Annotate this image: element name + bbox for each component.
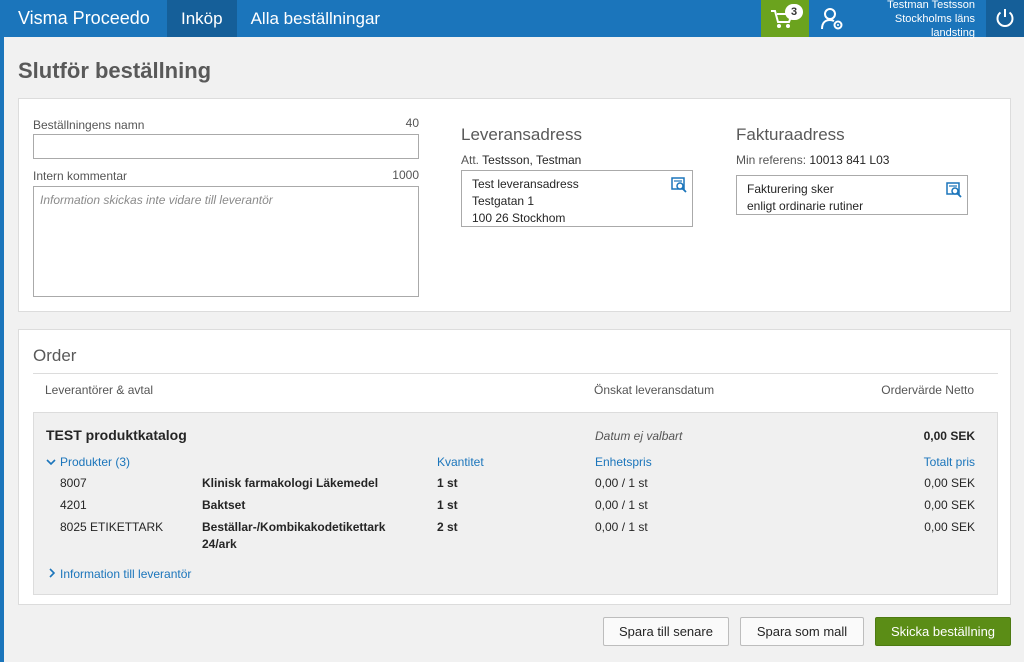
order-title: Order	[33, 346, 77, 365]
delivery-address-box[interactable]: Test leveransadress Testgatan 1 100 26 S…	[461, 170, 693, 227]
invoice-ref-value: 10013 841 L03	[809, 153, 890, 167]
delivery-line-2: Testgatan 1	[472, 194, 535, 208]
chevron-down-icon	[46, 455, 56, 469]
order-panel: Order Leverantörer & avtal Önskat levera…	[18, 329, 1011, 605]
head-unit-price: Enhetspris	[595, 455, 652, 469]
invoice-line-1: Fakturering sker	[747, 182, 834, 196]
power-icon	[996, 9, 1014, 27]
invoice-address-box[interactable]: Fakturering sker enligt ordinarie rutine…	[736, 175, 968, 215]
supplier-delivery-date: Datum ej valbart	[595, 429, 683, 443]
user-info: Testman Testsson Stockholms läns landsti…	[851, 0, 975, 40]
supplier-info-toggle[interactable]: Information till leverantör	[48, 567, 191, 581]
page-title: Slutför beställning	[18, 58, 212, 83]
order-details-panel: Beställningens namn 40 Intern kommentar …	[18, 98, 1011, 312]
comment-label: Intern kommentar	[33, 169, 128, 183]
product-qty: 2 st	[437, 520, 458, 534]
supplier-name: TEST produktkatalog	[46, 427, 187, 443]
products-toggle[interactable]: Produkter (3)	[46, 455, 130, 469]
delivery-line-1: Test leveransadress	[472, 177, 579, 191]
delivery-line-3: 100 26 Stockhom	[472, 211, 566, 225]
comment-textarea[interactable]: Information skickas inte vidare till lev…	[33, 186, 419, 297]
top-bar-spacer	[394, 0, 761, 37]
product-id: 8025 ETIKETTARK	[60, 520, 164, 534]
supplier-group: TEST produktkatalog Datum ej valbart 0,0…	[33, 412, 998, 595]
user-org: Stockholms läns landsting	[894, 12, 975, 39]
product-name: Baktset	[202, 498, 246, 512]
products-toggle-label: Produkter (3)	[60, 455, 131, 469]
delivery-att: Att. Testsson, Testman	[461, 153, 581, 167]
order-name-label: Beställningens namn	[33, 118, 145, 132]
save-for-later-button[interactable]: Spara till senare	[603, 617, 729, 646]
order-name-input[interactable]	[33, 134, 419, 159]
supplier-info-label: Information till leverantör	[60, 567, 192, 581]
invoice-ref-label: Min referens:	[736, 153, 807, 167]
delivery-address-title: Leveransadress	[461, 125, 582, 144]
order-divider	[33, 373, 998, 374]
col-head-delivery-date: Önskat leveransdatum	[594, 383, 715, 397]
invoice-lookup-icon[interactable]	[946, 182, 962, 198]
supplier-order-value: 0,00 SEK	[923, 429, 975, 443]
comment-placeholder: Information skickas inte vidare till lev…	[40, 193, 273, 207]
product-unit-price: 0,00 / 1 st	[595, 476, 648, 490]
product-unit-price: 0,00 / 1 st	[595, 498, 648, 512]
product-id: 4201	[60, 498, 87, 512]
product-total: 0,00 SEK	[924, 498, 975, 512]
head-quantity: Kvantitet	[437, 455, 484, 469]
brand-logo[interactable]: Visma Proceedo	[0, 0, 167, 37]
save-as-template-button[interactable]: Spara som mall	[740, 617, 864, 646]
user-name: Testman Testsson	[887, 0, 975, 11]
nav-alla-bestallningar[interactable]: Alla beställningar	[237, 0, 394, 37]
comment-max: 1000	[392, 168, 419, 182]
invoice-ref: Min referens: 10013 841 L03	[736, 153, 889, 167]
user-menu[interactable]: Testman Testsson Stockholms läns landsti…	[809, 0, 979, 40]
address-lookup-icon[interactable]	[671, 177, 687, 193]
cart-button[interactable]: 3	[761, 0, 809, 37]
chevron-right-icon	[48, 567, 56, 581]
product-qty: 1 st	[437, 498, 458, 512]
col-head-suppliers: Leverantörer & avtal	[45, 383, 154, 397]
order-name-max: 40	[405, 116, 419, 130]
cart-count-badge: 3	[785, 4, 803, 20]
delivery-att-label: Att.	[461, 153, 480, 167]
product-total: 0,00 SEK	[924, 520, 975, 534]
logout-button[interactable]	[986, 0, 1024, 37]
product-name-line-2: 24/ark	[202, 537, 237, 551]
col-head-order-value: Ordervärde Netto	[881, 383, 974, 397]
send-order-button[interactable]: Skicka beställning	[875, 617, 1011, 646]
nav-inkop[interactable]: Inköp	[167, 0, 237, 37]
head-total-price: Totalt pris	[923, 455, 975, 469]
product-name: Beställar-/Kombikakodetikettark	[202, 520, 386, 534]
product-unit-price: 0,00 / 1 st	[595, 520, 648, 534]
product-total: 0,00 SEK	[924, 476, 975, 490]
left-accent-line	[0, 37, 4, 662]
product-qty: 1 st	[437, 476, 458, 490]
user-settings-icon	[821, 7, 843, 29]
product-id: 8007	[60, 476, 87, 490]
invoice-line-2: enligt ordinarie rutiner	[747, 199, 864, 213]
invoice-address-title: Fakturaadress	[736, 125, 845, 144]
top-bar: Visma Proceedo Inköp Alla beställningar …	[0, 0, 1024, 40]
product-name: Klinisk farmakologi Läkemedel	[202, 476, 379, 490]
delivery-att-value: Testsson, Testman	[482, 153, 582, 167]
